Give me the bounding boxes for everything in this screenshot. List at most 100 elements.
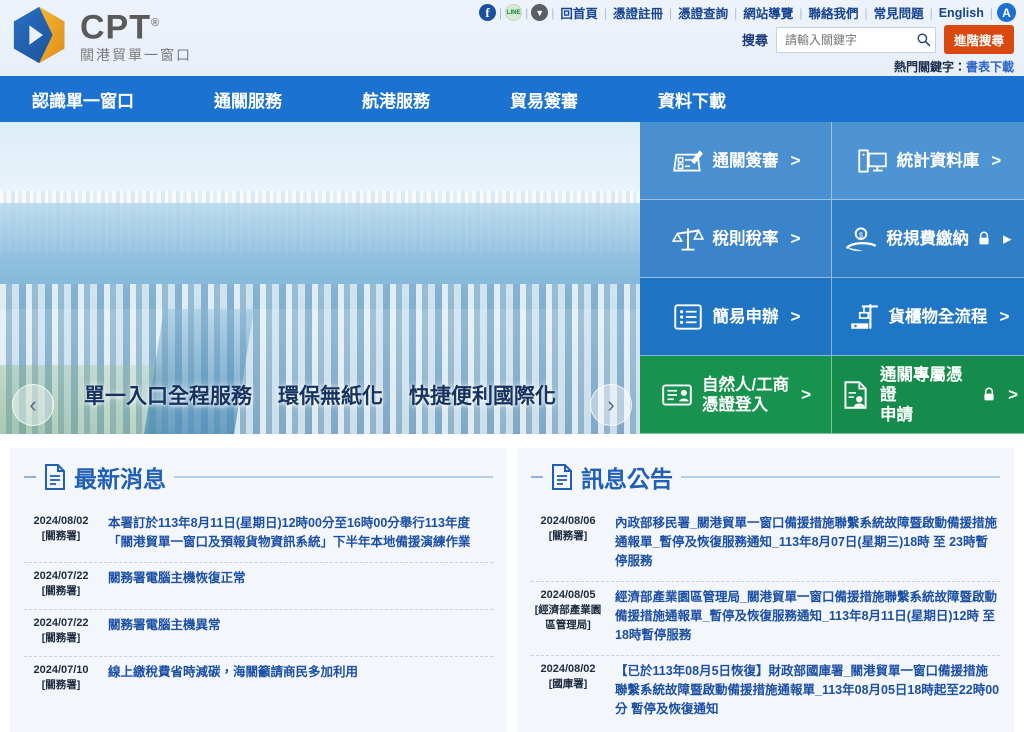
tile-label: 貨櫃物全流程 <box>888 307 988 326</box>
download-icon[interactable]: ▼ <box>531 4 549 21</box>
nav-item-port[interactable]: 航港服務 <box>352 76 440 122</box>
announcement-item[interactable]: 2024/08/02 [國庫署] 【已於113年08月5日恢復】財政部國庫署_關… <box>531 656 1000 729</box>
carousel-next-arrow-icon[interactable]: › <box>590 384 632 426</box>
main-navigation: 認識單一窗口 通關服務 航港服務 貿易簽審 資料下載 <box>0 76 1024 122</box>
util-link-cert-register[interactable]: 憑證註冊 <box>607 3 669 22</box>
tile-label: 稅規費繳納 <box>886 229 969 248</box>
logo-text-block: CPT® 關港貿單一窗口 <box>80 6 192 64</box>
announcement-title-link[interactable]: 內政部移民署_關港貿單一窗口備援措施聯繫系統故障暨啟動備援措施通報單_暫停及恢復… <box>615 514 1000 571</box>
util-link-home[interactable]: 回首頁 <box>554 3 604 22</box>
tile-label: 通關專屬憑證 申請 <box>880 365 963 424</box>
announcement-org: [關務署] <box>548 530 588 542</box>
id-card-icon <box>662 383 692 406</box>
news-date-block: 2024/07/22 [關務署] <box>24 569 98 599</box>
panel-rule <box>174 476 493 478</box>
chevron-right-icon: > <box>801 384 812 404</box>
chevron-right-icon: > <box>790 306 801 326</box>
nav-item-trade[interactable]: 貿易簽審 <box>500 76 588 122</box>
caption-part-2: 快捷便利國際化 <box>409 385 556 408</box>
utility-links: f | LINE | ▼ | 回首頁 | 憑證註冊 | 憑證查詢 | 網站導覽 … <box>476 3 1016 22</box>
news-date-block: 2024/07/10 [關務署] <box>24 663 98 693</box>
announcement-org: [經濟部產業園區管理局] <box>534 604 602 631</box>
announcement-item[interactable]: 2024/08/06 [關務署] 內政部移民署_關港貿單一窗口備援措施聯繫系統故… <box>531 508 1000 582</box>
announcement-item[interactable]: 2024/08/05 [經濟部產業園區管理局] 經濟部產業園區管理局_關港貿單一… <box>531 582 1000 656</box>
tile-label: 簡易申辦 <box>712 307 779 326</box>
lock-icon <box>984 387 994 401</box>
hot-keywords: 熱門關鍵字：書表下載 <box>894 58 1014 75</box>
news-item[interactable]: 2024/07/22 [關務署] 關務署電腦主機恢復正常 <box>24 563 493 610</box>
tile-tariff-rates[interactable]: 稅則稅率 > <box>640 200 832 278</box>
advanced-search-button[interactable]: 進階搜尋 <box>943 25 1014 54</box>
nav-item-about[interactable]: 認識單一窗口 <box>22 76 144 122</box>
announcement-date-block: 2024/08/02 [國庫署] <box>531 662 605 719</box>
quick-service-tiles: 通關簽審 > 統計資料庫 > 稅則稅率 > $ 稅規費繳納 ▸ 簡易申辦 > 貨… <box>640 122 1024 434</box>
chevron-right-icon: ▸ <box>1002 228 1012 248</box>
carousel-caption: 單一入口全程服務 環保無紙化 快捷便利國際化 <box>0 380 640 410</box>
announcement-title-link[interactable]: 【已於113年08月5日恢復】財政部國庫署_關港貿單一窗口備援措施聯繫系統故障暨… <box>615 662 1000 719</box>
announcement-title-link[interactable]: 經濟部產業園區管理局_關港貿單一窗口備援措施聯繫系統故障暨啟動備援措施通報單_暫… <box>615 588 1000 645</box>
document-icon <box>552 464 572 490</box>
tile-statistics-db[interactable]: 統計資料庫 > <box>832 122 1024 200</box>
tile-label: 稅則稅率 <box>712 229 779 248</box>
caption-part-0: 單一入口全程服務 <box>84 385 252 408</box>
logo-subtitle: 關港貿單一窗口 <box>80 47 192 64</box>
hot-keyword-0[interactable]: 書表下載 <box>966 60 1014 74</box>
announcement-date: 2024/08/05 <box>540 589 596 601</box>
news-title-link[interactable]: 關務署電腦主機恢復正常 <box>108 569 493 599</box>
document-icon <box>45 464 65 490</box>
nav-item-downloads[interactable]: 資料下載 <box>648 76 736 122</box>
tile-label: 統計資料庫 <box>896 151 980 170</box>
carousel-prev-arrow-icon[interactable]: ‹ <box>12 384 54 426</box>
caption-part-1: 環保無紙化 <box>278 385 383 408</box>
tile-tax-payment[interactable]: $ 稅規費繳納 ▸ <box>832 200 1024 278</box>
util-link-sitemap[interactable]: 網站導覽 <box>737 3 799 22</box>
tile-customs-review[interactable]: 通關簽審 > <box>640 122 832 200</box>
news-title-link[interactable]: 本署訂於113年8月11日(星期日)12時00分至16時00分舉行113年度「關… <box>108 514 493 552</box>
util-link-cert-query[interactable]: 憑證查詢 <box>672 3 734 22</box>
site-logo[interactable]: CPT® 關港貿單一窗口 <box>10 4 192 66</box>
search-label: 搜尋 <box>741 33 768 48</box>
tile-label: 自然人/工商 憑證登入 <box>701 375 790 414</box>
news-date: 2024/07/22 <box>33 617 89 629</box>
divider: | <box>499 5 503 20</box>
util-link-english[interactable]: English <box>933 6 990 20</box>
panel-rule <box>681 476 1000 478</box>
search-row: 搜尋 進階搜尋 <box>742 25 1014 54</box>
news-item[interactable]: 2024/07/10 [關務署] 線上繳稅費省時減碳，海關籲請商民多加利用 <box>24 657 493 703</box>
chevron-right-icon: > <box>1008 384 1018 404</box>
tile-container-flow[interactable]: 貨櫃物全流程 > <box>832 278 1024 356</box>
form-pencil-icon <box>672 149 703 171</box>
logo-registered: ® <box>151 16 161 29</box>
news-org: [關務署] <box>41 679 81 691</box>
search-box[interactable] <box>775 26 936 53</box>
panel-header: 訊息公告 <box>531 460 1000 494</box>
facebook-icon[interactable]: f <box>479 4 496 21</box>
scales-icon <box>671 227 704 251</box>
accessibility-icon[interactable]: A <box>997 3 1016 22</box>
document-person-icon <box>844 380 867 409</box>
search-icon[interactable] <box>916 32 931 47</box>
panel-dash <box>531 476 543 478</box>
nav-item-customs[interactable]: 通關服務 <box>204 76 292 122</box>
news-item[interactable]: 2024/07/22 [關務署] 關務署電腦主機異常 <box>24 610 493 657</box>
hero-carousel[interactable]: 單一入口全程服務 環保無紙化 快捷便利國際化 ‹ › <box>0 122 640 434</box>
latest-news-panel: 最新消息 2024/08/02 [關務署] 本署訂於113年8月11日(星期日)… <box>10 448 507 732</box>
search-input[interactable] <box>784 32 916 47</box>
logo-brand: CPT® <box>80 8 161 47</box>
announcement-date: 2024/08/02 <box>540 663 596 675</box>
util-link-contact[interactable]: 聯絡我們 <box>802 3 864 22</box>
util-link-faq[interactable]: 常見問題 <box>868 3 930 22</box>
news-title-link[interactable]: 關務署電腦主機異常 <box>108 616 493 646</box>
crane-icon <box>850 303 878 329</box>
tile-simple-application[interactable]: 簡易申辦 > <box>640 278 832 356</box>
news-item[interactable]: 2024/08/02 [關務署] 本署訂於113年8月11日(星期日)12時00… <box>24 508 493 563</box>
news-title-link[interactable]: 線上繳稅費省時減碳，海關籲請商民多加利用 <box>108 663 493 693</box>
tile-customs-certificate-apply[interactable]: 通關專屬憑證 申請 > <box>832 356 1024 434</box>
line-icon[interactable]: LINE <box>505 4 523 21</box>
tile-citizen-business-login[interactable]: 自然人/工商 憑證登入 > <box>640 356 832 434</box>
cpt-logo-icon <box>13 6 65 64</box>
divider: | <box>525 5 529 20</box>
panel-header: 最新消息 <box>24 460 493 494</box>
announcements-panel: 訊息公告 2024/08/06 [關務署] 內政部移民署_關港貿單一窗口備援措施… <box>517 448 1014 732</box>
news-date-block: 2024/07/22 [關務署] <box>24 616 98 646</box>
